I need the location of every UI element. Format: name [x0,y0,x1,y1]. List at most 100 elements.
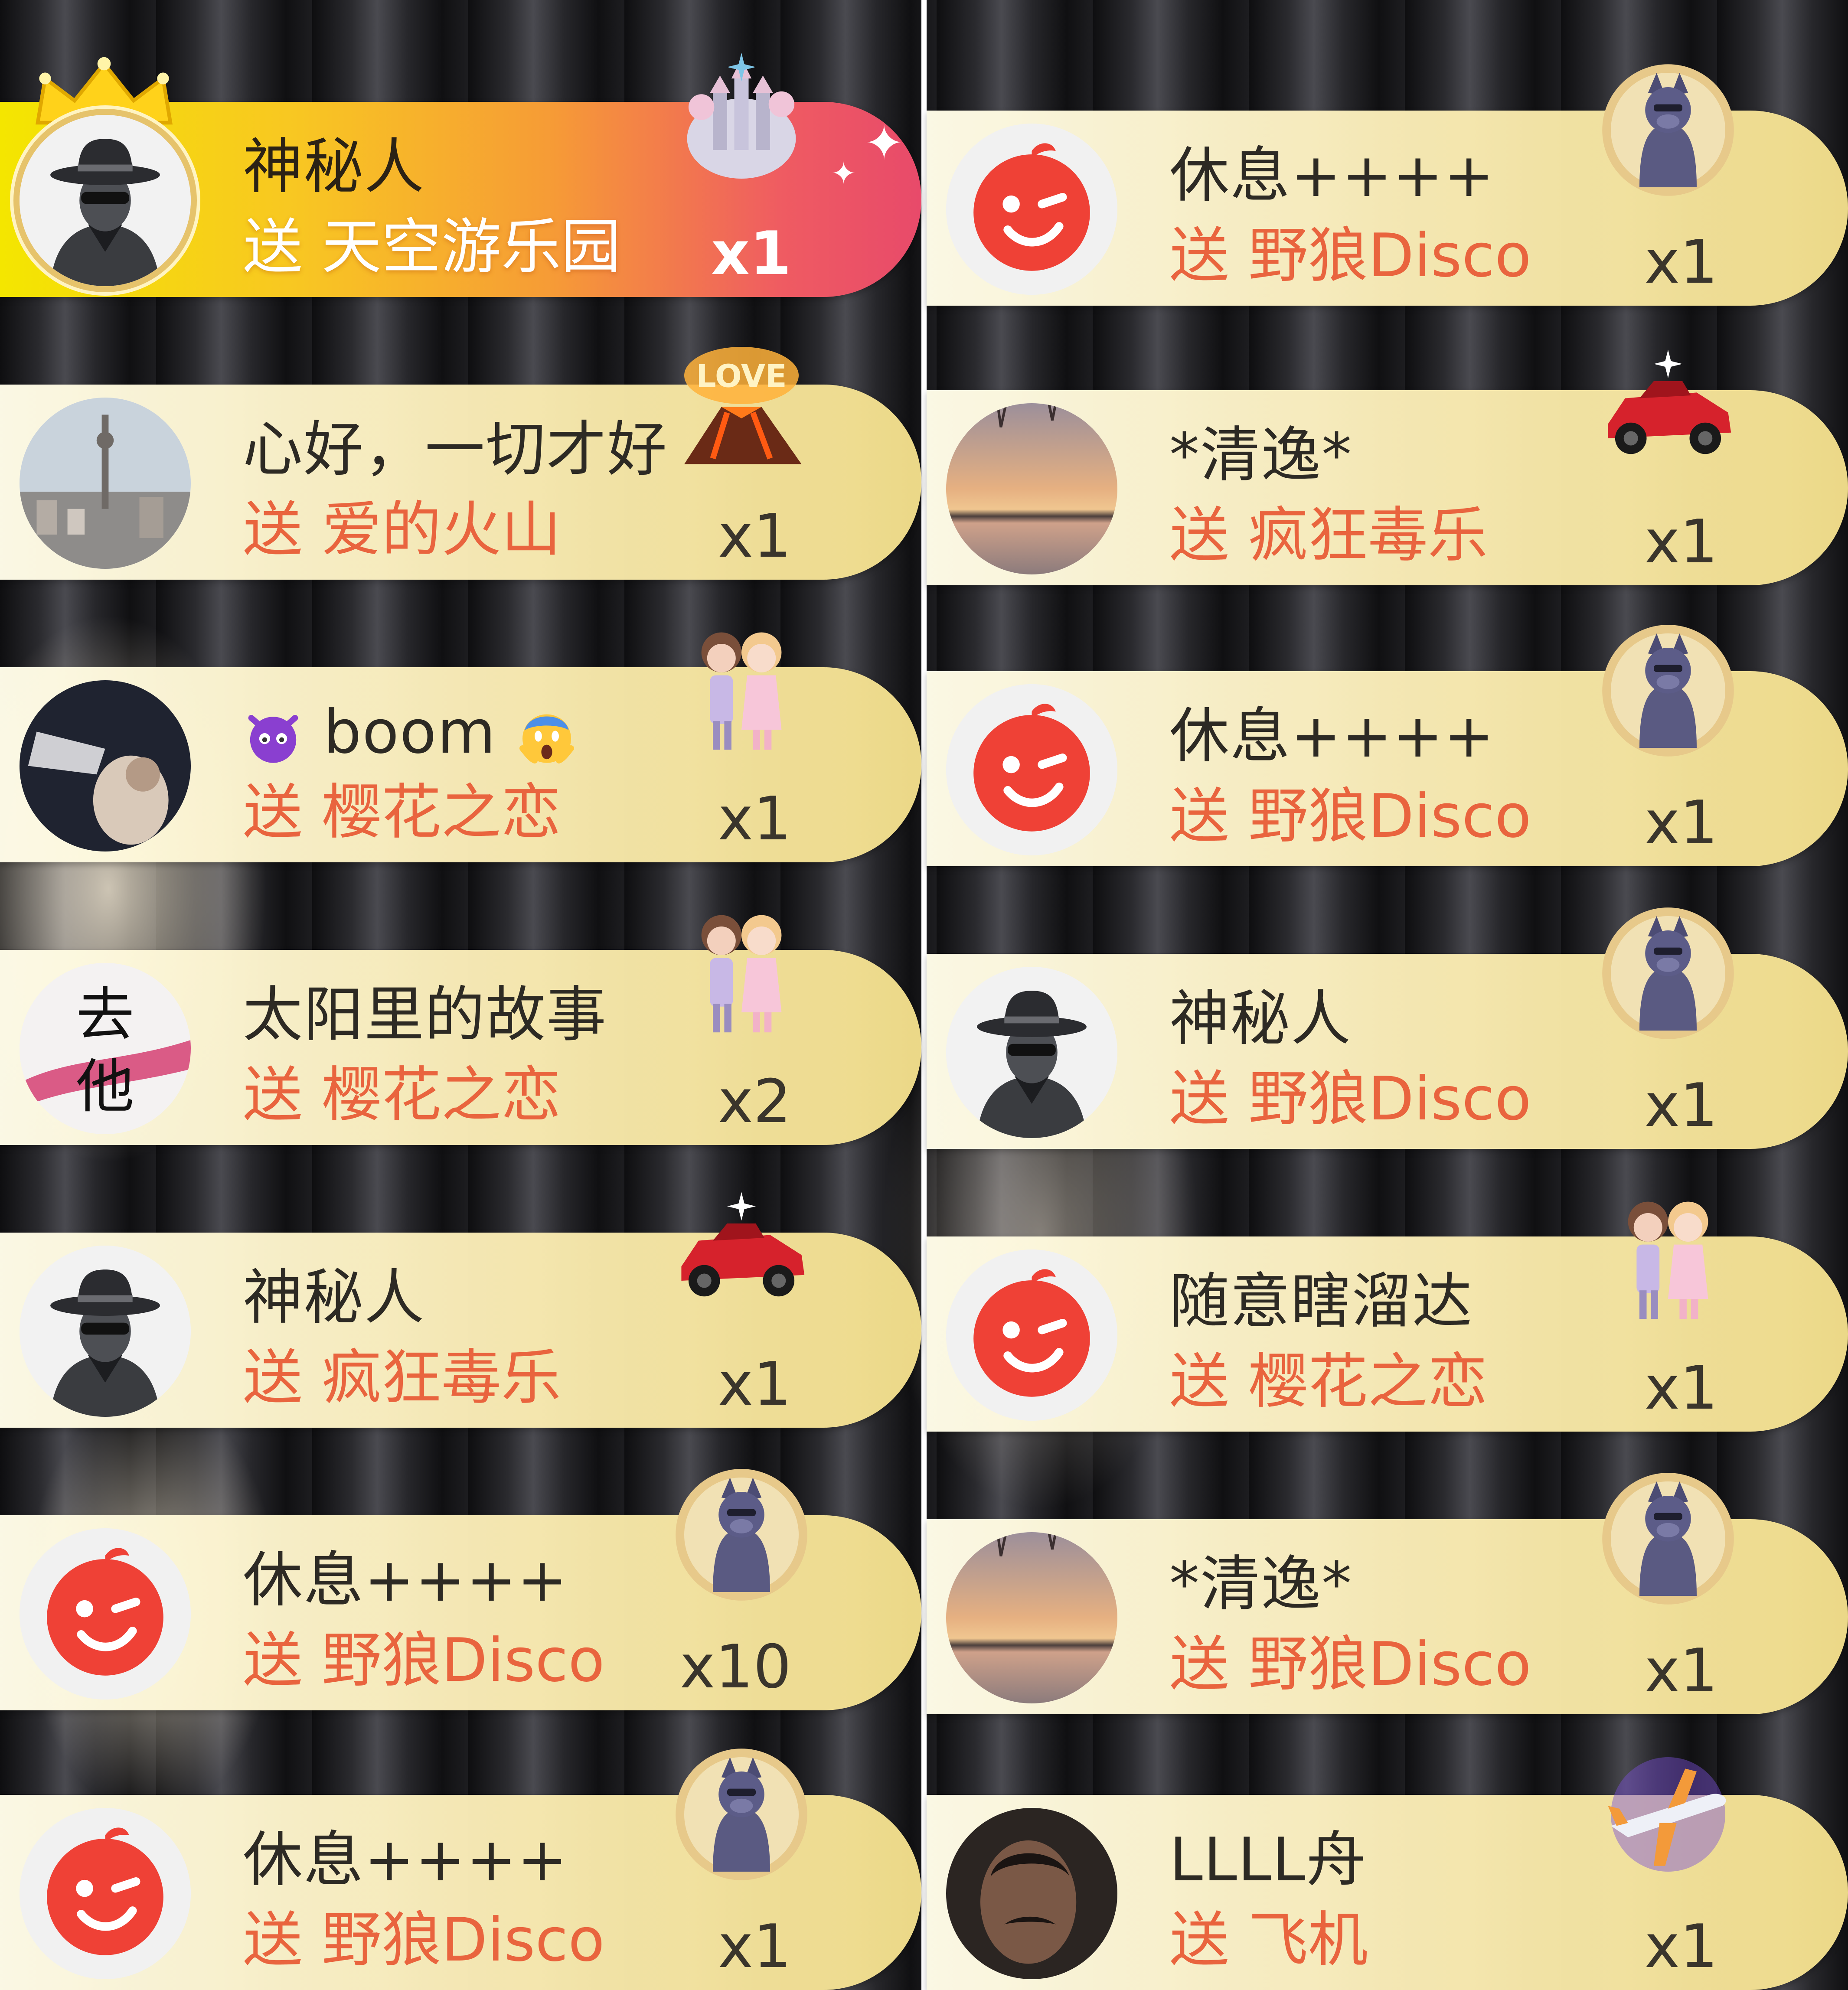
gift-description: 送 野狼Disco [1169,1064,1531,1134]
gift-count: x1 [1644,788,1718,858]
gift-count: x1 [718,1912,791,1981]
gift-description: 送 樱花之恋 [1169,1347,1488,1416]
gift-count: x1 [1644,1636,1718,1706]
gift-message-row[interactable]: 休息++++ 送 野狼Disco x1 [927,111,1848,306]
gift-count: x1 [1644,1353,1718,1423]
gift-count: x10 [679,1632,791,1702]
gift-feed-right-column: 休息++++ 送 野狼Disco x1 *清逸* 送 疯狂毒乐 x1 休息+++… [927,0,1848,1990]
gift-description: 送 樱花之恋 [243,1060,561,1130]
sunset-lake-avatar-icon [946,1532,1117,1703]
avatar[interactable] [20,1808,191,1979]
gift-description: 送 野狼Disco [243,1625,605,1695]
avatar[interactable] [946,967,1117,1138]
avatar[interactable] [946,1249,1117,1421]
red-wink-avatar-icon [20,1528,191,1700]
sender-name: 休息++++ [243,1825,568,1895]
airplane-gift-icon [1597,1743,1740,1886]
sender-name: *清逸* [1169,420,1353,490]
wolf-disco-gift-icon [1597,619,1740,762]
gift-description: 送 爱的火山 [243,495,561,564]
sparkle-icon: ✦ [864,115,904,171]
gift-count: x1 [718,1349,791,1419]
gift-count: x2 [718,1067,791,1136]
red-wink-avatar-icon [946,684,1117,855]
love-volcano-gift-icon [670,333,813,476]
red-wink-avatar-icon [20,1808,191,1979]
wolf-disco-gift-icon [1597,902,1740,1045]
gift-message-row[interactable]: *清逸* 送 野狼Disco x1 [927,1519,1848,1714]
gift-count: x1 [1644,227,1718,297]
wolf-disco-gift-icon [1597,1467,1740,1610]
gift-message-row[interactable]: 神秘人 送 野狼Disco x1 [927,954,1848,1149]
avatar[interactable] [946,1808,1117,1979]
wolf-disco-gift-icon [670,1463,813,1606]
gift-message-row[interactable]: boom 送 樱花之恋 x1 [0,667,921,862]
sender-name: 休息++++ [1169,140,1495,210]
gift-description: 送 野狼Disco [1169,1629,1531,1699]
scream-emoji-icon [516,706,577,767]
sparkle-icon: ✦ [831,156,856,191]
calligraphy-avatar-icon [20,963,191,1134]
wolf-disco-gift-icon [670,1743,813,1886]
race-car-gift-icon [1597,338,1740,481]
avatar[interactable] [20,680,191,851]
couple-gift-icon [670,615,813,758]
mystery-man-avatar-icon [20,115,191,286]
sunset-lake-avatar-icon [946,403,1117,574]
gift-description: 送 樱花之恋 [243,777,561,847]
gift-count: x1 [718,784,791,854]
couple-gift-icon [1597,1184,1740,1328]
avatar[interactable] [20,398,191,569]
sender-name: 休息++++ [243,1545,568,1615]
couple-gift-icon [670,898,813,1041]
avatar[interactable] [946,403,1117,574]
gift-description: 送 野狼Disco [243,1905,605,1975]
sender-name: boom [323,697,496,767]
sender-name: LLLL舟 [1169,1825,1367,1895]
sender-name-container: boom [243,698,577,767]
gift-message-row[interactable]: 神秘人 送 天空游乐园 x1 ✦ ✦ [0,102,921,297]
gift-message-row[interactable]: 休息++++ 送 野狼Disco x1 [0,1795,921,1990]
gift-message-row[interactable]: LLLL舟 送 飞机 x1 [927,1795,1848,1990]
gift-count: x1 [1644,507,1718,577]
gift-count: x1 [718,501,791,571]
gift-message-row[interactable]: 随意瞎溜达 送 樱花之恋 x1 [927,1236,1848,1432]
sender-name: 神秘人 [243,132,425,202]
gift-count: x1 [1644,1912,1718,1981]
mystery-man-avatar-icon [20,1246,191,1417]
gift-message-row[interactable]: 心好，一切才好 送 爱的火山 x1 [0,385,921,580]
avatar[interactable] [20,115,191,286]
sender-name: *清逸* [1169,1549,1353,1619]
gift-description: 送 疯狂毒乐 [1169,500,1488,570]
gift-message-row[interactable]: 休息++++ 送 野狼Disco x10 [0,1515,921,1710]
race-car-gift-icon [670,1181,813,1324]
gift-feed-left-column: 神秘人 送 天空游乐园 x1 ✦ ✦ 心好，一切才好 送 爱的火山 x1 boo… [0,0,921,1990]
man-portrait-avatar-icon [946,1808,1117,1979]
sender-name: 心好，一切才好 [243,414,668,484]
avatar[interactable] [20,963,191,1134]
gift-message-row[interactable]: 休息++++ 送 野狼Disco x1 [927,671,1848,866]
purple-devil-emoji-icon [243,706,304,767]
gift-message-row[interactable]: 神秘人 送 疯狂毒乐 x1 [0,1233,921,1428]
column-divider [921,0,927,1990]
avatar[interactable] [946,124,1117,295]
red-wink-avatar-icon [946,1249,1117,1421]
mystery-man-avatar-icon [946,967,1117,1138]
gift-description: 送 天空游乐园 [243,212,621,282]
red-wink-avatar-icon [946,124,1117,295]
avatar[interactable] [20,1528,191,1700]
sky-castle-gift-icon [670,50,813,193]
wolf-disco-gift-icon [1597,59,1740,202]
avatar[interactable] [20,1246,191,1417]
gift-description: 送 疯狂毒乐 [243,1343,561,1413]
gift-message-row[interactable]: 太阳里的故事 送 樱花之恋 x2 [0,950,921,1145]
sender-name: 太阳里的故事 [243,980,607,1050]
gift-description: 送 飞机 [1169,1905,1368,1975]
sender-name: 休息++++ [1169,701,1495,771]
sender-name: 神秘人 [1169,984,1352,1054]
cat-hand-photo-avatar-icon [20,680,191,851]
gift-message-row[interactable]: *清逸* 送 疯狂毒乐 x1 [927,390,1848,585]
avatar[interactable] [946,1532,1117,1703]
avatar[interactable] [946,684,1117,855]
gift-description: 送 野狼Disco [1169,221,1531,290]
